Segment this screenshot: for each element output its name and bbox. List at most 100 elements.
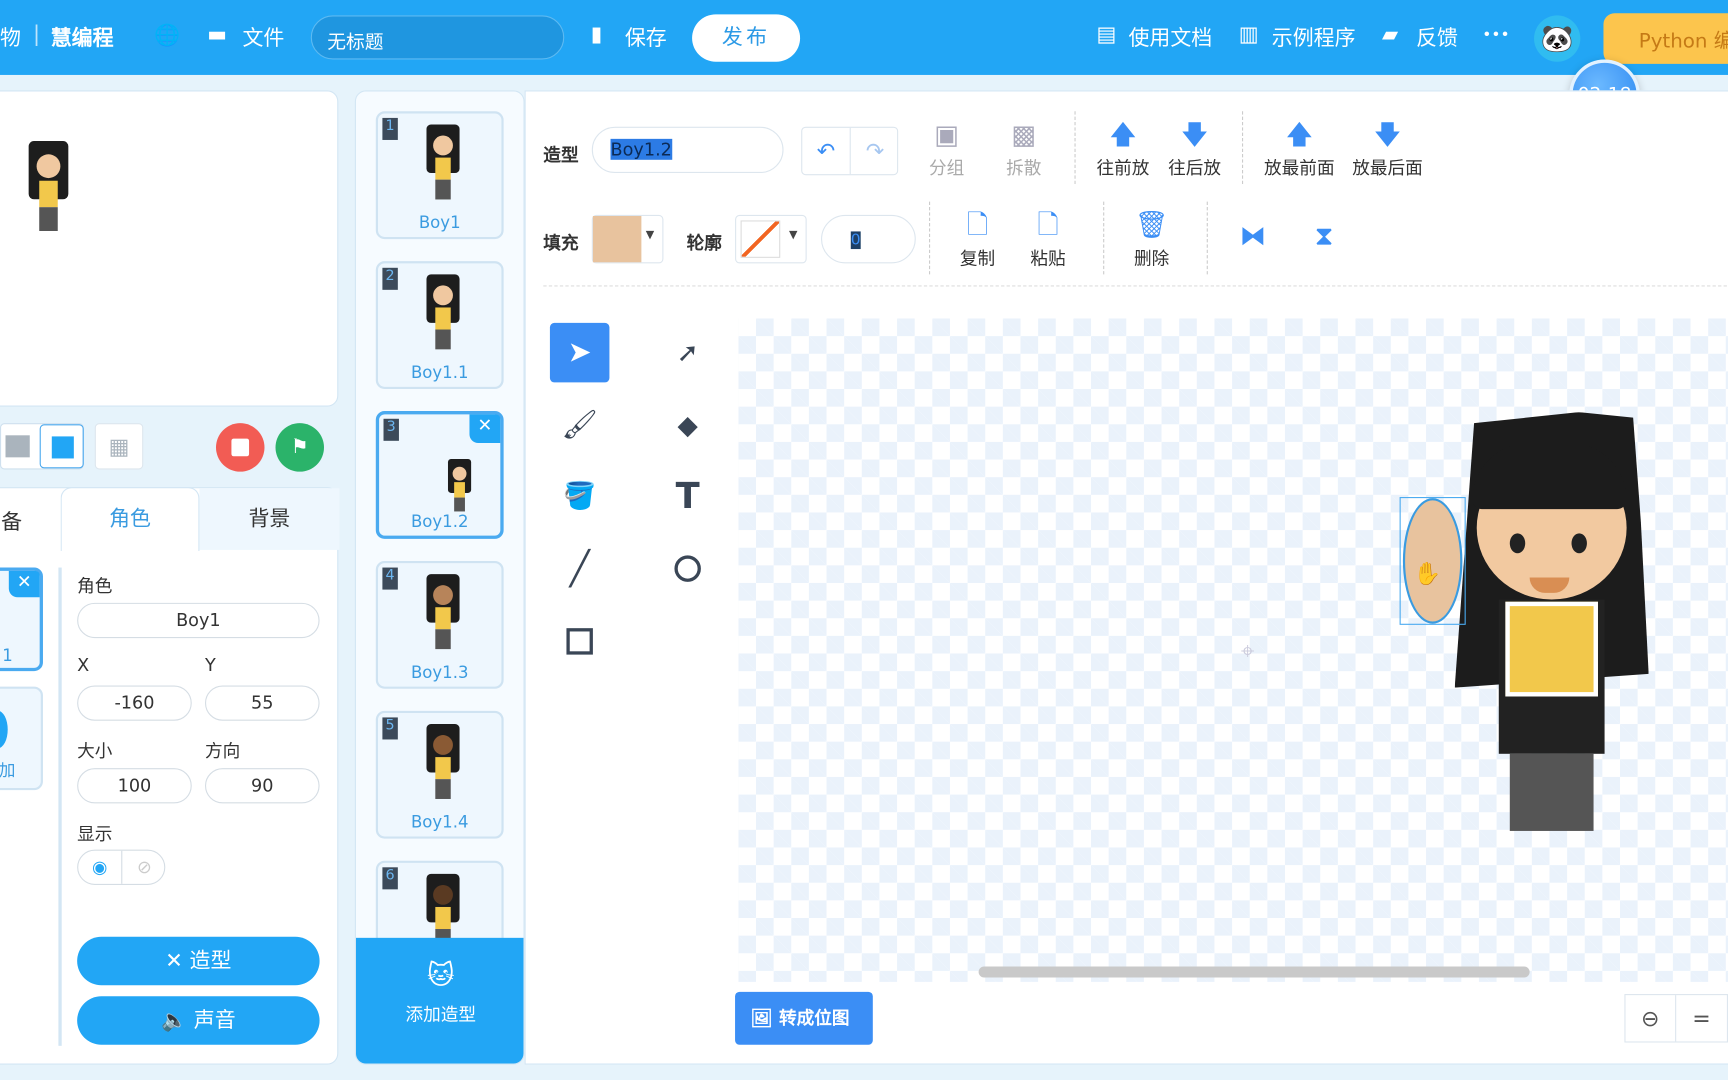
- sprite-thumb-label: 1: [2, 645, 13, 666]
- docs-link[interactable]: 使用文档: [1128, 22, 1212, 52]
- direction-label: 方向: [204, 740, 241, 762]
- eye-off-icon[interactable]: ⊘: [122, 851, 166, 884]
- text-tool[interactable]: T: [658, 466, 718, 526]
- fill-tool[interactable]: 🪣: [550, 466, 610, 526]
- save-button[interactable]: 保存: [625, 22, 667, 52]
- costume-name: Boy1.1: [410, 362, 469, 383]
- zoom-out-icon[interactable]: ⊖: [1626, 995, 1677, 1042]
- file-menu[interactable]: 文件: [242, 22, 284, 52]
- tab-devices[interactable]: 备: [1, 488, 61, 550]
- costume-item[interactable]: 4 Boy1.3: [375, 560, 504, 689]
- circle-tool[interactable]: [658, 539, 718, 599]
- y-input[interactable]: 55: [204, 685, 320, 721]
- grid-view-icon[interactable]: ▦: [94, 423, 144, 470]
- examples-link[interactable]: 示例程序: [1272, 22, 1356, 52]
- eraser-tool[interactable]: ◆: [658, 396, 718, 456]
- costume-item[interactable]: 2 Boy1.1: [375, 261, 504, 390]
- sprite-preview: [26, 141, 71, 234]
- crosshair-icon: ⌖: [1240, 638, 1255, 666]
- project-title-input[interactable]: 无标题: [310, 15, 565, 60]
- add-costume-button[interactable]: 🐱 添加造型: [355, 937, 524, 1064]
- layout-small-icon[interactable]: [5, 435, 30, 458]
- convert-bitmap-button[interactable]: 🖼 转成位图: [735, 991, 873, 1045]
- avatar[interactable]: 🐼: [1534, 15, 1581, 62]
- line-tool[interactable]: ╱: [550, 539, 610, 599]
- eye-icon[interactable]: ◉: [78, 850, 123, 884]
- layout-normal-button[interactable]: [39, 424, 84, 469]
- character-drawing[interactable]: [1444, 412, 1653, 842]
- copy-icon: 🗋: [966, 209, 989, 241]
- y-label: Y: [204, 654, 216, 676]
- costume-number: 2: [382, 267, 398, 290]
- arrow-bottom-icon: 🡇: [1373, 119, 1402, 150]
- flip-vertical-icon[interactable]: ⧗: [1315, 217, 1334, 254]
- book-icon: ▥: [1238, 22, 1259, 47]
- bring-front-button[interactable]: 🡅 放最前面: [1264, 116, 1335, 180]
- redo-icon[interactable]: ↷: [851, 128, 899, 174]
- stroke-width-input[interactable]: 0: [821, 214, 916, 264]
- delete-button[interactable]: 🗑 删除: [1134, 206, 1169, 270]
- arrow-down-icon: 🡇: [1181, 119, 1209, 150]
- forward-button[interactable]: 🡅 往前放: [1097, 116, 1150, 180]
- ungroup-button[interactable]: ▩ 拆散: [1006, 116, 1041, 180]
- costume-number: 6: [382, 867, 398, 890]
- group-button[interactable]: ▣ 分组: [929, 116, 964, 180]
- flag-icon[interactable]: ⚑: [275, 423, 324, 472]
- tab-backdrops[interactable]: 背景: [199, 488, 340, 550]
- x-input[interactable]: -160: [77, 685, 192, 721]
- costume-name: Boy1.3: [410, 662, 469, 683]
- costume-item[interactable]: 1 Boy1: [375, 111, 504, 240]
- size-label: 大小: [77, 740, 113, 762]
- close-icon[interactable]: ✕: [469, 414, 501, 444]
- speaker-icon: 🔈: [161, 1008, 194, 1033]
- drawing-canvas[interactable]: ⌖ ✋: [738, 318, 1728, 982]
- selection-box[interactable]: ✋: [1399, 497, 1466, 625]
- sprite-name-input[interactable]: Boy1: [77, 602, 320, 639]
- add-sprite-button[interactable]: 加: [0, 686, 43, 791]
- divider: [58, 567, 62, 1046]
- fill-color-picker[interactable]: ▼: [591, 214, 664, 264]
- size-input[interactable]: 100: [77, 768, 192, 804]
- rectangle-tool[interactable]: [550, 612, 610, 672]
- group-icon: ▣: [934, 119, 960, 150]
- trash-icon: 🗑: [1134, 209, 1169, 241]
- costume-item[interactable]: 3 Boy1.2 ✕: [375, 411, 504, 539]
- brush-tool[interactable]: 🖌: [550, 396, 610, 456]
- ungroup-icon: ▩: [1011, 119, 1037, 150]
- sound-button-label: 声音: [193, 1008, 236, 1033]
- copy-button[interactable]: 🗋 复制: [960, 206, 995, 270]
- close-icon[interactable]: ✕: [8, 570, 40, 598]
- costume-list: 1 Boy1 2 Boy1.1 3 Boy1.2 ✕ 4 Boy1.3 5 Boy1.4 6 🐱 添加…: [354, 90, 525, 1065]
- undo-icon[interactable]: ↶: [802, 127, 851, 175]
- outline-color-picker[interactable]: ▼: [735, 214, 807, 264]
- sound-button[interactable]: 🔈 声音: [77, 996, 320, 1045]
- costume-number: 4: [382, 567, 398, 590]
- publish-button[interactable]: 发布: [692, 14, 801, 62]
- stop-button[interactable]: [215, 423, 265, 472]
- more-button[interactable]: •••: [1482, 26, 1509, 44]
- flip-horizontal-icon[interactable]: ⧓: [1240, 217, 1266, 254]
- python-mode-button[interactable]: Python 编: [1603, 13, 1728, 64]
- paste-button[interactable]: 🗋 粘贴: [1030, 206, 1065, 270]
- zoom-controls: ⊖ =: [1624, 994, 1728, 1043]
- zoom-reset-button[interactable]: =: [1676, 995, 1727, 1041]
- sprite-thumb-boy1[interactable]: ✕ 1: [0, 567, 43, 672]
- costume-button[interactable]: ✕ 造型: [77, 936, 320, 986]
- stage-preview[interactable]: [0, 90, 339, 407]
- add-costume-label: 添加造型: [405, 1003, 477, 1025]
- select-tool[interactable]: ➤: [549, 322, 610, 383]
- send-back-button[interactable]: 🡇 放最后面: [1352, 116, 1423, 180]
- costume-name-input[interactable]: Boy1.2: [591, 126, 784, 174]
- add-costume-icon: 🐱: [427, 959, 455, 991]
- no-color-icon: [740, 220, 781, 258]
- divider: [543, 285, 1728, 287]
- globe-icon[interactable]: 🌐: [154, 22, 180, 47]
- tab-sprites[interactable]: 角色: [60, 487, 200, 552]
- backward-button[interactable]: 🡇 往后放: [1168, 116, 1221, 180]
- costume-item[interactable]: 5 Boy1.4: [375, 710, 504, 839]
- horizontal-scrollbar[interactable]: [978, 966, 1530, 978]
- costume-thumbnail: [424, 274, 461, 351]
- feedback-link[interactable]: 反馈: [1416, 22, 1458, 52]
- reshape-tool[interactable]: ➚: [658, 323, 718, 383]
- direction-input[interactable]: 90: [204, 768, 320, 804]
